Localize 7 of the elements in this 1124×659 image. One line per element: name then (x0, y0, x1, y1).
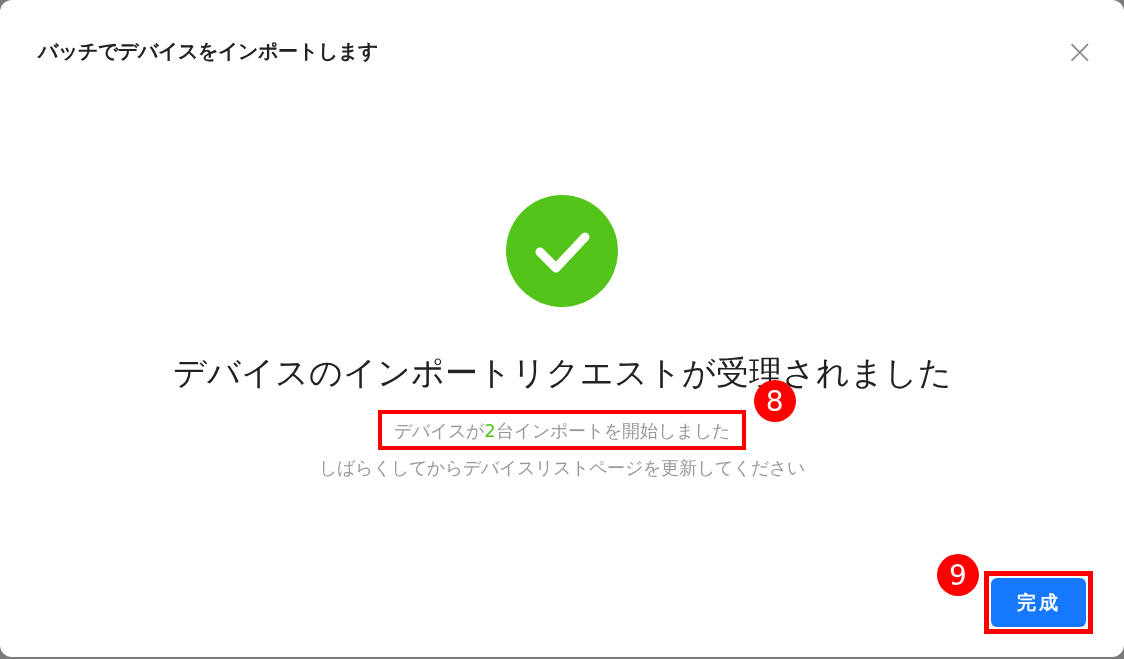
close-button[interactable]: × (1065, 34, 1094, 68)
done-button[interactable]: 完成 (991, 578, 1086, 627)
success-check-icon (506, 195, 618, 307)
dialog-title: バッチでデバイスをインポートします (38, 37, 378, 65)
refresh-hint-text: しばらくしてからデバイスリストページを更新してください (319, 456, 805, 480)
import-started-text: デバイスが2台インポートを開始しました (394, 419, 730, 443)
annotation-badge: 9 (937, 554, 979, 596)
